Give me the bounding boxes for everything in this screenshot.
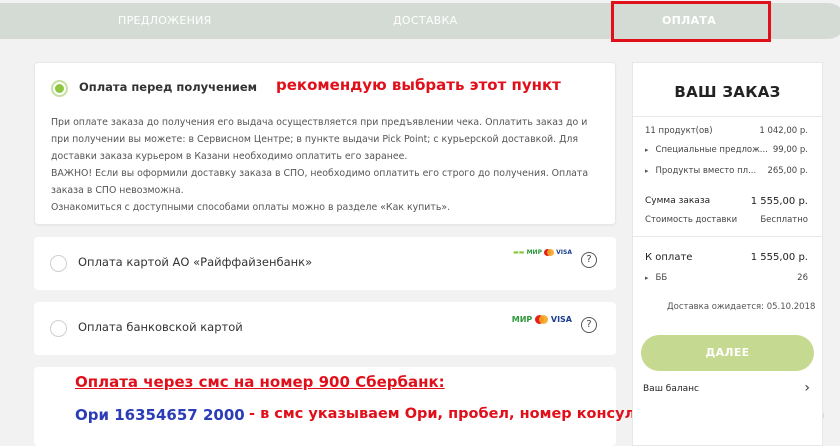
prepay-description: При оплате заказа до получения его выдач… [51,114,606,216]
row-label: Сумма заказа [645,196,711,206]
chevron-right-icon[interactable]: › [804,380,810,396]
tab-payment-highlight-box [611,1,771,42]
order-title: ВАШ ЗАКАЗ [674,83,781,101]
row-value: 1 555,00 р. [750,196,808,207]
help-icon[interactable]: ? [581,317,597,333]
recommend-annotation: рекомендую выбрать этот пункт [276,76,561,94]
row-label: Стоимость доставки [645,215,738,225]
row-value: Бесплатно [760,215,808,225]
row-label: Специальные предлож... [645,145,768,155]
prepay-desc-line: ВАЖНО! Если вы оформили доставку заказа … [51,168,589,179]
sms-code: Ори 16354657 2000 [75,406,245,424]
divider [633,116,822,117]
help-icon[interactable]: ? [581,252,597,268]
prepay-radio[interactable] [51,80,68,97]
order-summary: ВАШ ЗАКАЗ 11 продукт(ов) 1 042,00 р. Спе… [632,62,823,446]
raiffeisen-radio[interactable] [50,255,67,272]
payment-option-raiffeisen[interactable]: Оплата картой АО «Райффайзенбанк» ▬▬ МИР… [34,237,616,290]
row-label: К оплате [645,252,693,263]
visa-logo-icon: VISA [550,315,572,324]
balance-label[interactable]: Ваш баланс [643,384,699,394]
payment-option-bank-card[interactable]: Оплата банковской картой МИР VISA ? [34,302,616,355]
prepay-desc-line: Ознакомиться с доступными способами опла… [51,202,451,213]
mir-logo-icon: МИР [511,315,533,324]
tab-offers[interactable]: ПРЕДЛОЖЕНИЯ [118,3,212,39]
raiffeisen-title: Оплата картой АО «Райффайзенбанк» [78,255,313,269]
row-value: 26 [797,273,808,283]
tab-delivery[interactable]: ДОСТАВКА [393,3,457,39]
mastercard-logo-icon [535,315,549,324]
prepay-desc-line: при получении вы можете: в Сервисном Цен… [51,134,579,145]
prepay-desc-line: При оплате заказа до получения его выдач… [51,117,588,128]
row-label: 11 продукт(ов) [645,126,713,136]
delivery-expected: Доставка ожидается: 05.10.2018 [667,302,816,312]
sms-payment-note: Оплата через смс на номер 900 Сбербанк: … [34,367,824,446]
prepay-desc-line: доставки заказа курьером в Казани необхо… [51,151,408,162]
row-value: 265,00 р. [767,166,808,176]
row-value: 1 555,00 р. [750,252,808,263]
payment-option-prepay[interactable]: Оплата перед получением рекомендую выбра… [34,62,616,225]
row-label: Продукты вместо пл... [645,166,757,176]
bank-card-radio[interactable] [50,320,67,337]
bank-logo-icon: ▬▬ [513,249,525,256]
row-value: 99,00 р. [772,145,808,155]
divider [633,236,822,237]
mir-logo-icon: МИР [526,249,542,256]
mastercard-logo-icon [544,249,555,256]
card-logos: ▬▬ МИР VISA [513,249,572,259]
prepay-title: Оплата перед получением [79,80,258,94]
bank-card-title: Оплата банковской картой [78,320,243,334]
row-value: 1 042,00 р. [759,126,808,136]
prepay-desc-line: заказа в СПО невозможна. [51,185,184,196]
row-label: ББ [645,273,668,283]
card-logos: МИР VISA [512,315,572,325]
sms-heading: Оплата через смс на номер 900 Сбербанк: [75,373,445,391]
visa-logo-icon: VISA [556,249,572,256]
next-button[interactable]: ДАЛЕЕ [641,335,814,371]
